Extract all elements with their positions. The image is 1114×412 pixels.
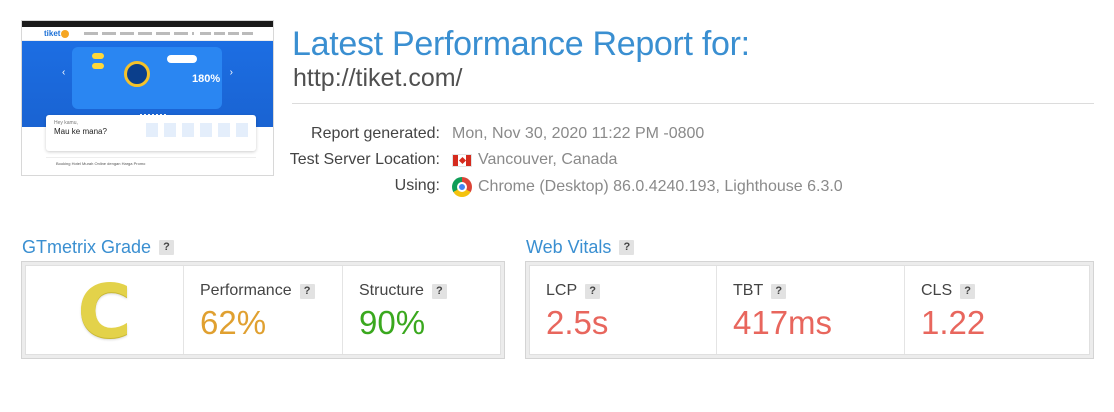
web-vitals-heading: Web Vitals ? (526, 237, 635, 258)
thumb-logo: tiket (44, 29, 70, 38)
gtmetrix-grade-heading: GTmetrix Grade ? (22, 237, 175, 258)
lcp-value: 2.5s (546, 304, 609, 341)
grade-letter: C (77, 269, 132, 355)
thumb-chevron-right-icon: › (229, 67, 233, 78)
info-label: Report generated: (311, 125, 440, 142)
gtmetrix-grade-panel: C Performance? 62% Structure? 90% (21, 261, 505, 359)
header-divider (292, 103, 1094, 104)
gtmetrix-grade-help-icon[interactable]: ? (159, 240, 175, 255)
structure-value: 90% (359, 304, 426, 341)
cls-label: CLS (921, 282, 953, 299)
info-value: Chrome (Desktop) 86.0.4240.193, Lighthou… (452, 177, 843, 197)
canada-flag-icon (452, 153, 472, 167)
info-row-report-generated: Report generated: Mon, Nov 30, 2020 11:2… (0, 125, 1114, 147)
report-url-link[interactable]: http://tiket.com/ (293, 64, 463, 93)
tbt-value: 417ms (733, 304, 833, 341)
info-value: Mon, Nov 30, 2020 11:22 PM -0800 (452, 125, 705, 142)
cls-value: 1.22 (921, 304, 986, 341)
structure-label: Structure (359, 282, 424, 299)
thumb-chevron-left-icon: ‹ (62, 67, 66, 78)
lcp-label: LCP (546, 282, 578, 299)
grade-cell: C (26, 266, 184, 354)
thumb-nav-bar: tiket (22, 27, 273, 41)
chrome-icon (452, 177, 472, 197)
structure-help-icon[interactable]: ? (431, 283, 447, 299)
info-row-using: Using: Chrome (Desktop) 86.0.4240.193, L… (0, 177, 1114, 199)
report-title: Latest Performance Report for: (292, 25, 750, 63)
performance-cell: Performance? 62% (184, 266, 343, 354)
performance-value: 62% (200, 304, 267, 341)
lcp-cell: LCP? 2.5s (530, 266, 717, 354)
cls-cell: CLS? 1.22 (905, 266, 1089, 354)
web-vitals-help-icon[interactable]: ? (619, 240, 635, 255)
structure-cell: Structure? 90% (343, 266, 500, 354)
info-label: Using: (394, 177, 440, 194)
cls-help-icon[interactable]: ? (960, 283, 976, 299)
tbt-label: TBT (733, 282, 764, 299)
performance-help-icon[interactable]: ? (299, 283, 315, 299)
performance-label: Performance (200, 282, 292, 299)
tbt-cell: TBT? 417ms (717, 266, 905, 354)
lcp-help-icon[interactable]: ? (585, 283, 601, 299)
web-vitals-panel: LCP? 2.5s TBT? 417ms CLS? 1.22 (525, 261, 1094, 359)
info-row-server-location: Test Server Location: Vancouver, Canada (0, 151, 1114, 173)
info-label: Test Server Location: (289, 151, 440, 168)
info-value: Vancouver, Canada (452, 151, 617, 169)
tbt-help-icon[interactable]: ? (771, 283, 787, 299)
